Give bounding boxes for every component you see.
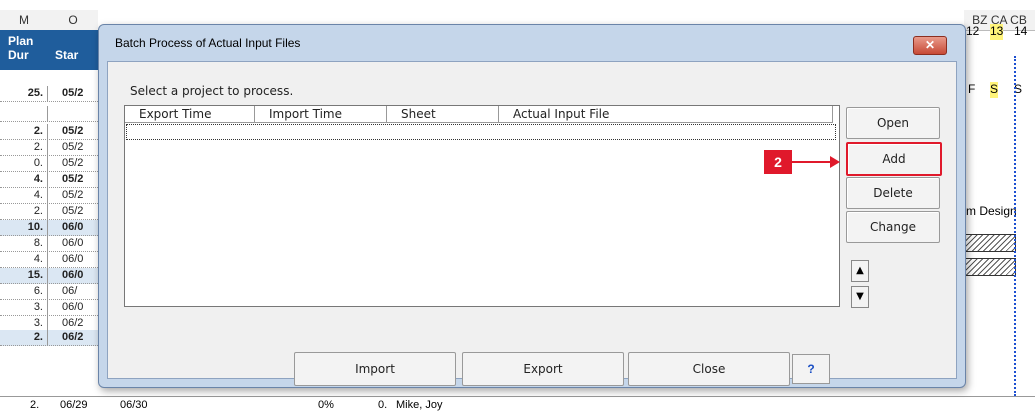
dialog-close-icon[interactable]: ✕ — [913, 36, 947, 55]
start-cell[interactable]: 05/2 — [48, 124, 98, 139]
plan-dur-cell[interactable]: 4. — [0, 252, 48, 267]
bottom-end: 06/30 — [120, 399, 148, 411]
plan-dur-cell[interactable]: 2. — [0, 330, 48, 345]
import-button[interactable]: Import — [294, 352, 456, 386]
col-header-m[interactable]: M — [0, 10, 48, 31]
plan-dur-cell[interactable] — [0, 106, 48, 121]
sheet-row[interactable]: 4. 06/0 — [0, 252, 98, 268]
plan-label: Plan — [8, 34, 34, 48]
gantt-bar-1 — [964, 234, 1016, 252]
task-label: m Design — [966, 204, 1017, 218]
col-actual-input-file[interactable]: Actual Input File — [499, 106, 833, 123]
start-label: Star — [55, 48, 79, 62]
help-button[interactable]: ? — [792, 354, 830, 384]
plan-dur-cell[interactable]: 3. — [0, 316, 48, 331]
day-13: 13 — [990, 24, 1004, 40]
step-callout-badge: 2 — [764, 150, 792, 174]
bottom-pct: 0% — [318, 399, 334, 411]
sheet-row[interactable]: 25. 05/2 — [0, 86, 98, 102]
plan-dur-header: Plan Dur Star — [0, 30, 98, 70]
plan-dur-cell[interactable]: 3. — [0, 300, 48, 315]
start-cell[interactable]: 05/2 — [48, 156, 98, 171]
plan-dur-cell[interactable]: 0. — [0, 156, 48, 171]
dialog-title: Batch Process of Actual Input Files — [115, 36, 301, 50]
plan-dur-cell[interactable]: 15. — [0, 268, 48, 283]
weekday-f: F — [968, 82, 976, 96]
plan-dur-cell[interactable]: 25. — [0, 86, 48, 101]
gantt-bar-2 — [964, 258, 1016, 276]
open-button[interactable]: Open — [846, 107, 940, 139]
start-cell[interactable]: 05/2 — [48, 172, 98, 187]
sheet-row[interactable]: 4. 05/2 — [0, 188, 98, 204]
plan-dur-cell[interactable]: 6. — [0, 284, 48, 299]
start-cell[interactable]: 06/0 — [48, 268, 98, 283]
col-export-time[interactable]: Export Time — [125, 106, 255, 123]
bottom-start: 06/29 — [60, 399, 88, 411]
sheet-row[interactable]: 2. 05/2 — [0, 140, 98, 156]
day-12: 12 — [966, 24, 980, 38]
col-header-o[interactable]: O — [48, 10, 98, 31]
plan-dur-cell[interactable]: 2. — [0, 140, 48, 155]
move-up-icon[interactable]: ▲ — [851, 260, 869, 282]
start-cell[interactable] — [48, 106, 98, 121]
start-cell[interactable]: 06/0 — [48, 300, 98, 315]
bottom-val: 0. — [378, 399, 388, 411]
start-cell[interactable]: 05/2 — [48, 140, 98, 155]
move-down-icon[interactable]: ▼ — [851, 286, 869, 308]
plan-dur-cell[interactable]: 2. — [0, 204, 48, 219]
start-cell[interactable]: 06/2 — [48, 316, 98, 331]
sheet-row[interactable]: 2. 05/2 — [0, 124, 98, 140]
start-cell[interactable]: 06/0 — [48, 236, 98, 251]
select-project-prompt: Select a project to process. — [130, 84, 294, 98]
project-list[interactable]: Export Time Import Time Sheet Actual Inp… — [124, 105, 840, 307]
start-cell[interactable]: 05/2 — [48, 86, 98, 101]
day-14: 14 — [1014, 24, 1028, 38]
sheet-row[interactable] — [0, 106, 98, 122]
sheet-row[interactable]: 2. 06/2 — [0, 330, 98, 346]
change-button[interactable]: Change — [846, 211, 940, 243]
start-cell[interactable]: 06/0 — [48, 252, 98, 267]
col-import-time[interactable]: Import Time — [255, 106, 387, 123]
bottom-names: Mike, Joy — [396, 399, 443, 411]
plan-dur-cell[interactable]: 4. — [0, 188, 48, 203]
start-cell[interactable]: 05/2 — [48, 204, 98, 219]
callout-arrow-line — [792, 161, 832, 163]
add-button[interactable]: Add — [846, 142, 942, 176]
dialog-titlebar[interactable]: Batch Process of Actual Input Files ✕ — [99, 25, 965, 61]
batch-process-dialog: Batch Process of Actual Input Files ✕ Se… — [98, 24, 966, 388]
today-line — [1014, 56, 1016, 396]
sheet-row[interactable]: 2. 05/2 — [0, 204, 98, 220]
start-cell[interactable]: 05/2 — [48, 188, 98, 203]
dialog-client-area: Select a project to process. Export Time… — [107, 61, 957, 386]
close-button[interactable]: Close — [628, 352, 790, 386]
plan-dur-cell[interactable]: 4. — [0, 172, 48, 187]
list-item[interactable] — [126, 124, 836, 140]
callout-arrow-icon — [830, 156, 840, 168]
plan-dur-cell[interactable]: 10. — [0, 220, 48, 235]
sheet-row[interactable]: 8. 06/0 — [0, 236, 98, 252]
sheet-row[interactable]: 3. 06/0 — [0, 300, 98, 316]
plan-dur-cell[interactable]: 8. — [0, 236, 48, 251]
plan-dur-cell[interactable]: 2. — [0, 124, 48, 139]
delete-button[interactable]: Delete — [846, 177, 940, 209]
bottom-dur: 2. — [30, 399, 40, 411]
sheet-row[interactable]: 6. 06/ — [0, 284, 98, 300]
sheet-row[interactable]: 4. 05/2 — [0, 172, 98, 188]
col-sheet[interactable]: Sheet — [387, 106, 499, 123]
start-cell[interactable]: 06/ — [48, 284, 98, 299]
sheet-row[interactable]: 0. 05/2 — [0, 156, 98, 172]
dur-label: Dur — [8, 48, 29, 62]
start-cell[interactable]: 06/0 — [48, 220, 98, 235]
start-cell[interactable]: 06/2 — [48, 330, 98, 345]
bottom-table-row: 2. 06/29 06/30 0% 0. Mike, Joy — [0, 396, 1035, 415]
export-button[interactable]: Export — [462, 352, 624, 386]
sheet-row[interactable]: 15. 06/0 — [0, 268, 98, 284]
sheet-row[interactable]: 10. 06/0 — [0, 220, 98, 236]
weekday-s1: S — [990, 82, 999, 98]
